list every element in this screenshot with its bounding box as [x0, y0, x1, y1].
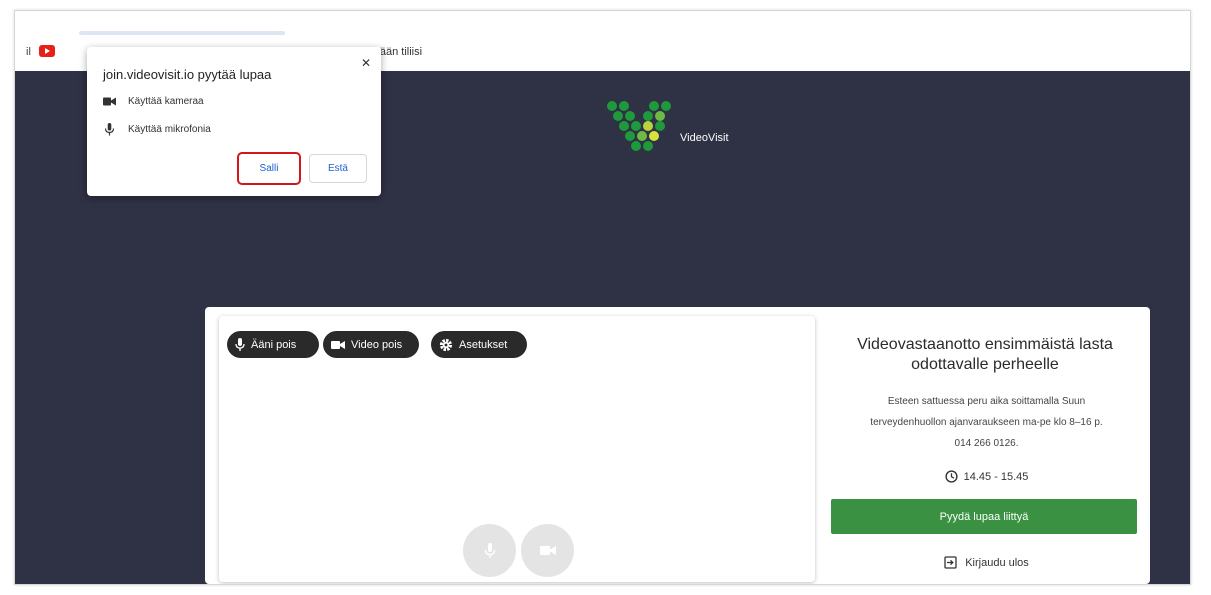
block-button[interactable]: Estä: [309, 154, 367, 183]
appointment-description: Esteen sattuessa peru aika soittamalla S…: [823, 391, 1150, 454]
youtube-icon[interactable]: [39, 45, 55, 57]
camera-permission-label: Käyttää kameraa: [128, 96, 204, 107]
audio-off-button[interactable]: Ääni pois: [227, 331, 319, 358]
allow-button[interactable]: Salli: [237, 152, 301, 185]
appointment-title: Videovastaanotto ensimmäistä lasta odott…: [857, 336, 1113, 373]
description-line-1: Esteen sattuessa peru aika soittamalla S…: [887, 396, 1086, 407]
camera-toggle-button[interactable]: [521, 524, 574, 577]
settings-button[interactable]: Asetukset: [431, 331, 527, 358]
description-line-2: terveydenhuollon ajanvaraukseen ma-pe kl…: [870, 417, 1103, 428]
close-icon[interactable]: ✕: [361, 56, 371, 70]
brand-name: VideoVisit: [680, 132, 729, 144]
browser-window: il udu sisään tiliisi VideoVisit Ääni po…: [14, 10, 1191, 585]
time-range: 14.45 - 15.45: [963, 470, 1029, 483]
audio-off-label: Ääni pois: [251, 338, 297, 351]
request-join-button[interactable]: Pyydä lupaa liittyä: [831, 499, 1137, 534]
video-camera-icon: [539, 546, 556, 555]
permission-title: join.videovisit.io pyytää lupaa: [103, 67, 272, 82]
video-off-button[interactable]: Video pois: [323, 331, 419, 358]
video-camera-icon: [331, 340, 345, 349]
microphone-icon: [104, 123, 115, 136]
video-off-label: Video pois: [351, 338, 403, 351]
video-camera-icon: [103, 97, 116, 106]
logout-label: Kirjaudu ulos: [965, 556, 1029, 569]
appointment-info: Videovastaanotto ensimmäistä lasta odott…: [823, 307, 1150, 584]
permission-popup: join.videovisit.io pyytää lupaa ✕ Käyttä…: [87, 47, 381, 196]
microphone-icon: [484, 542, 495, 558]
microphone-permission: Käyttää mikrofonia: [103, 123, 211, 136]
video-preview-panel: Ääni pois Video pois Asetukset: [219, 316, 815, 582]
gear-icon: [439, 338, 453, 351]
bookmark-gmail-fragment[interactable]: il: [26, 46, 31, 58]
clock-icon: [944, 470, 958, 483]
logout-link[interactable]: Kirjaudu ulos: [823, 556, 1150, 569]
settings-label: Asetukset: [459, 338, 508, 351]
tab-strip: [15, 11, 1190, 35]
microphone-icon: [235, 337, 245, 351]
microphone-permission-label: Käyttää mikrofonia: [128, 124, 211, 135]
camera-permission: Käyttää kameraa: [103, 96, 204, 107]
logout-icon: [944, 556, 957, 569]
description-line-3: 014 266 0126.: [954, 438, 1019, 449]
call-card: Ääni pois Video pois Asetukset Videovast…: [205, 307, 1150, 584]
microphone-toggle-button[interactable]: [463, 524, 516, 577]
appointment-time: 14.45 - 15.45: [823, 470, 1150, 483]
